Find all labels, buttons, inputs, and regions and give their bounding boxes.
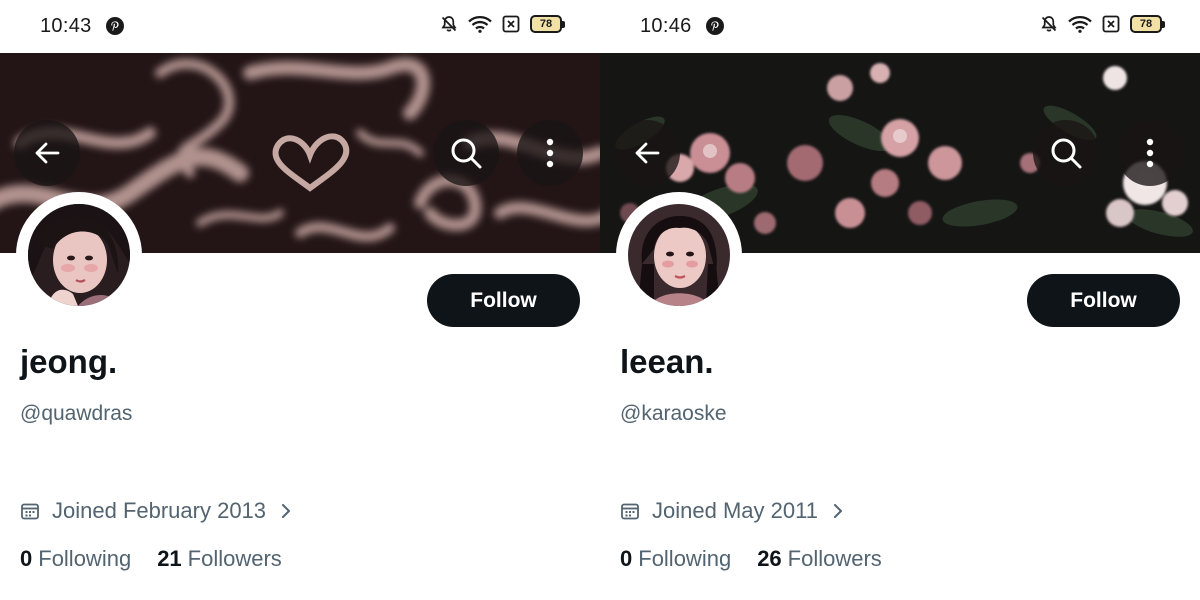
following-link[interactable]: 0 Following [20,546,131,572]
follow-stats: 0 Following 26 Followers [620,546,908,572]
following-count: 0 [20,546,33,571]
status-icons: 78 [1040,15,1165,33]
profile-screen-right: 10:46 78 Follow leean. @karaoske Joined … [600,0,1200,600]
following-label: Following [38,546,132,571]
no-sim-icon [1102,15,1120,33]
screenshot-pair: 10:43 78 Follow jeong. @quawdras Joined … [0,0,1200,600]
joined-date-text: Joined February 2013 [52,498,267,523]
followers-label: Followers [187,546,282,571]
status-icons: 78 [440,15,565,33]
search-button[interactable] [433,120,499,186]
pinterest-icon [106,17,124,35]
profile-avatar-ring[interactable] [616,192,742,318]
status-time: 10:43 [40,15,92,37]
back-button[interactable] [614,120,680,186]
back-button[interactable] [14,120,80,186]
followers-link[interactable]: 21 Followers [157,546,282,572]
avatar[interactable] [28,204,130,306]
following-label: Following [638,546,732,571]
profile-screen-left: 10:43 78 Follow jeong. @quawdras Joined … [0,0,600,600]
bell-off-icon [1041,16,1057,32]
wifi-icon [1068,15,1092,33]
calendar-icon [621,503,639,520]
followers-label: Followers [787,546,882,571]
follow-button[interactable]: Follow [1027,274,1180,327]
status-time: 10:46 [640,15,692,37]
joined-date[interactable]: Joined February 2013 [20,498,292,524]
following-link[interactable]: 0 Following [620,546,731,572]
profile-handle: @karaoske [620,402,727,425]
search-icon [1051,138,1082,169]
wifi-icon [468,15,492,33]
more-options-button[interactable] [517,120,583,186]
back-arrow-icon [35,142,60,164]
more-vertical-icon [546,138,554,168]
search-button[interactable] [1033,120,1099,186]
avatar[interactable] [628,204,730,306]
follow-stats: 0 Following 21 Followers [20,546,308,572]
followers-count: 26 [757,546,782,571]
bell-off-icon [441,16,457,32]
more-vertical-icon [1146,138,1154,168]
search-icon [451,138,482,169]
joined-date-text: Joined May 2011 [652,498,818,523]
followers-link[interactable]: 26 Followers [757,546,882,572]
follow-button[interactable]: Follow [427,274,580,327]
no-sim-icon [502,15,520,33]
profile-avatar-ring[interactable] [16,192,142,318]
profile-display-name: jeong. [20,343,118,380]
following-count: 0 [620,546,633,571]
profile-handle: @quawdras [20,402,133,425]
back-arrow-icon [635,142,660,164]
status-bar: 10:46 78 [600,0,1200,53]
followers-count: 21 [157,546,182,571]
pinterest-icon [706,17,724,35]
battery-icon: 78 [1130,15,1165,33]
battery-icon: 78 [530,15,565,33]
joined-date[interactable]: Joined May 2011 [620,498,844,524]
chevron-right-icon [833,504,842,518]
profile-display-name: leean. [620,343,714,380]
status-bar: 10:43 78 [0,0,600,53]
chevron-right-icon [282,504,291,518]
calendar-icon [21,503,39,520]
more-options-button[interactable] [1117,120,1183,186]
